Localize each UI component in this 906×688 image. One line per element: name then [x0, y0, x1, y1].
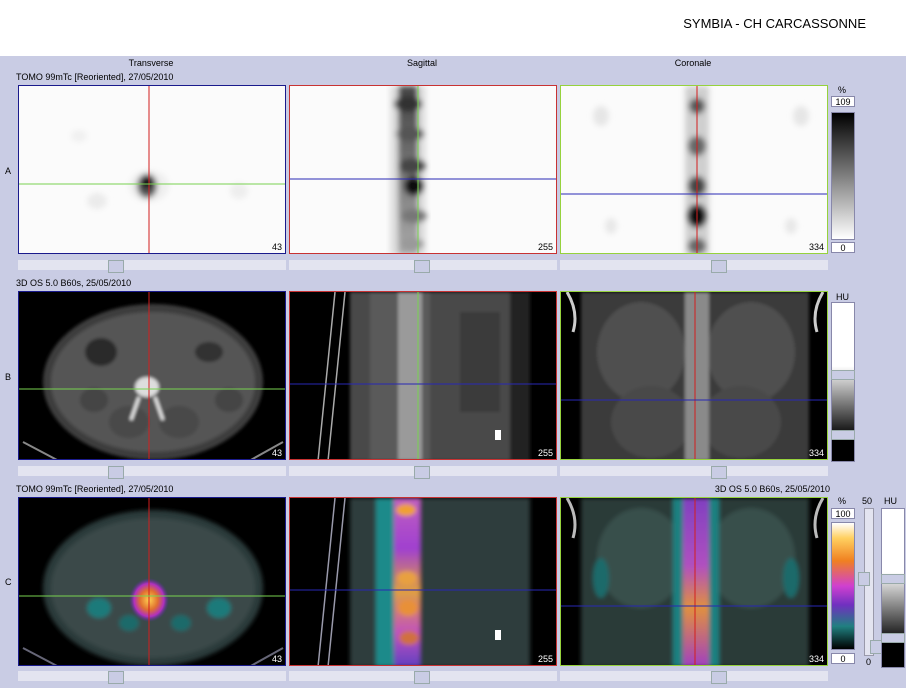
- viewport-b-sagittal[interactable]: 255: [289, 291, 557, 460]
- slider-thumb[interactable]: [108, 671, 124, 684]
- slider-thumb[interactable]: [711, 671, 727, 684]
- blend-min-label: 0: [866, 657, 872, 667]
- blend-max-label: 50: [862, 496, 873, 506]
- viewport-c-sagittal[interactable]: 255: [289, 497, 557, 666]
- colorbar-a-max[interactable]: 109: [831, 96, 855, 107]
- row-label-a: A: [5, 166, 12, 176]
- colorbar-c-max[interactable]: 100: [831, 508, 855, 519]
- nm-sagittal-image: [290, 86, 556, 253]
- app-header: SYMBIA - CH CARCASSONNE: [0, 0, 906, 56]
- slider-thumb[interactable]: [711, 260, 727, 273]
- slice-slider-c-coronal[interactable]: [560, 671, 828, 684]
- colorbar-a-min[interactable]: 0: [831, 242, 855, 253]
- window-level-handle-lower[interactable]: [881, 633, 905, 643]
- fusion-transverse-image: [19, 498, 285, 665]
- series-label-c-ct: 3D OS 5.0 B60s, 25/05/2010: [714, 484, 830, 494]
- slice-number: 255: [537, 242, 553, 252]
- slider-thumb[interactable]: [711, 466, 727, 479]
- slice-slider-b-coronal[interactable]: [560, 466, 828, 479]
- viewport-a-coronal[interactable]: 334: [560, 85, 828, 254]
- ct-sagittal-image: [290, 292, 556, 459]
- viewport-c-transverse[interactable]: 43: [18, 497, 286, 666]
- viewport-b-transverse[interactable]: 43: [18, 291, 286, 460]
- viewport-a-sagittal[interactable]: 255: [289, 85, 557, 254]
- viewport-a-transverse[interactable]: 43: [18, 85, 286, 254]
- window-level-handle-upper[interactable]: [831, 370, 855, 380]
- row-label-b: B: [5, 372, 12, 382]
- colorbar-a-gray[interactable]: [831, 112, 855, 240]
- slice-number: 43: [271, 448, 282, 458]
- window-level-handle-upper[interactable]: [881, 574, 905, 584]
- slider-thumb[interactable]: [108, 466, 124, 479]
- slider-thumb[interactable]: [414, 260, 430, 273]
- fusion-sagittal-image: [290, 498, 556, 665]
- slice-number: 255: [537, 448, 553, 458]
- nm-coronal-image: [561, 86, 827, 253]
- ct-transverse-image: [19, 292, 285, 459]
- colorbar-a-unit: %: [838, 85, 847, 95]
- series-label-c: TOMO 99mTc [Reoriented], 27/05/2010: [16, 484, 174, 494]
- viewport-c-coronal[interactable]: 334: [560, 497, 828, 666]
- slice-slider-a-sagittal[interactable]: [289, 260, 557, 273]
- slice-number: 43: [271, 654, 282, 664]
- colorbar-c-ct-gray[interactable]: [881, 508, 905, 668]
- colorbar-c-ct-unit: HU: [884, 496, 897, 506]
- slice-slider-a-transverse[interactable]: [18, 260, 286, 273]
- slice-slider-c-sagittal[interactable]: [289, 671, 557, 684]
- fusion-coronal-image: [561, 498, 827, 665]
- colorbar-c-nm[interactable]: [831, 522, 855, 650]
- slice-number: 43: [271, 242, 282, 252]
- viewport-b-coronal[interactable]: 334: [560, 291, 828, 460]
- blend-slider-thumb[interactable]: [858, 572, 870, 586]
- nm-transverse-image: [19, 86, 285, 253]
- slice-slider-b-sagittal[interactable]: [289, 466, 557, 479]
- slice-number: 334: [808, 448, 824, 458]
- column-header-sagittal: Sagittal: [406, 58, 438, 68]
- column-header-transverse: Transverse: [128, 58, 174, 68]
- row-label-c: C: [5, 577, 12, 587]
- slice-slider-a-coronal[interactable]: [560, 260, 828, 273]
- slider-thumb[interactable]: [414, 671, 430, 684]
- slice-slider-b-transverse[interactable]: [18, 466, 286, 479]
- ct-coronal-image: [561, 292, 827, 459]
- slider-thumb[interactable]: [414, 466, 430, 479]
- colorbar-b-unit: HU: [836, 292, 849, 302]
- colorbar-c-min[interactable]: 0: [831, 653, 855, 664]
- slice-number: 255: [537, 654, 553, 664]
- series-label-a: TOMO 99mTc [Reoriented], 27/05/2010: [16, 72, 174, 82]
- column-header-coronal: Coronale: [674, 58, 712, 68]
- colorbar-c-unit: %: [838, 496, 847, 506]
- slice-slider-c-transverse[interactable]: [18, 671, 286, 684]
- slice-number: 334: [808, 242, 824, 252]
- window-level-handle-lower[interactable]: [831, 430, 855, 440]
- site-title: SYMBIA - CH CARCASSONNE: [683, 16, 866, 31]
- slice-number: 334: [808, 654, 824, 664]
- slider-thumb[interactable]: [108, 260, 124, 273]
- series-label-b: 3D OS 5.0 B60s, 25/05/2010: [16, 278, 132, 288]
